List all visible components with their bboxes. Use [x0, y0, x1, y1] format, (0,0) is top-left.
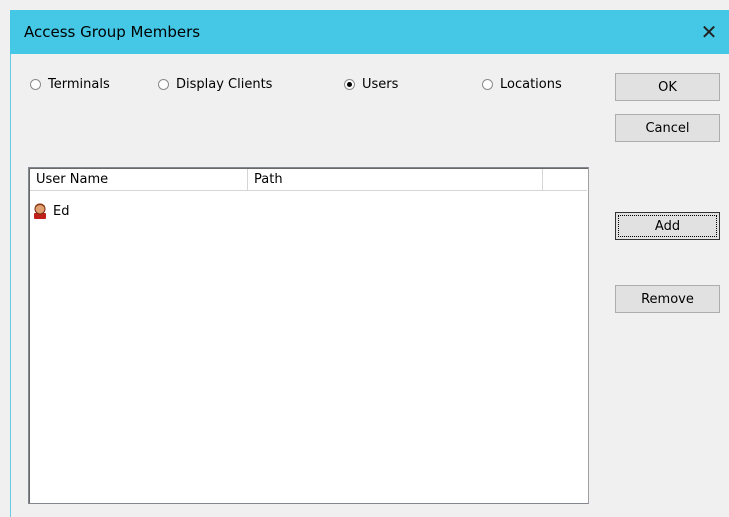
radio-display-clients-label: Display Clients	[176, 76, 273, 92]
radio-users-label: Users	[362, 76, 399, 92]
remove-button[interactable]: Remove	[615, 285, 720, 313]
title-bar: Access Group Members ✕	[10, 10, 729, 54]
close-icon[interactable]: ✕	[689, 10, 729, 54]
radio-display-clients[interactable]: Display Clients	[158, 75, 272, 93]
radio-terminals-button[interactable]	[30, 78, 41, 90]
cancel-button[interactable]: Cancel	[615, 114, 720, 142]
radio-locations[interactable]: Locations	[482, 75, 562, 93]
column-header-path[interactable]: Path	[248, 169, 543, 190]
radio-terminals[interactable]: Terminals	[30, 75, 110, 93]
radio-users-button[interactable]	[344, 78, 355, 90]
column-header-extra[interactable]	[543, 169, 589, 190]
radio-display-clients-button[interactable]	[158, 78, 169, 90]
radio-locations-label: Locations	[500, 76, 562, 92]
members-list[interactable]: User Name Path Ed	[28, 167, 589, 504]
radio-terminals-label: Terminals	[48, 76, 110, 92]
radio-users[interactable]: Users	[344, 75, 398, 93]
window-title: Access Group Members	[24, 23, 201, 41]
radio-locations-button[interactable]	[482, 78, 493, 90]
access-group-members-dialog: Access Group Members ✕ Terminals Display…	[0, 0, 729, 517]
column-header-user-name[interactable]: User Name	[30, 169, 248, 190]
ok-button[interactable]: OK	[615, 73, 720, 101]
add-button[interactable]: Add	[615, 212, 720, 240]
user-icon	[31, 202, 49, 220]
dialog-body: Terminals Display Clients Users Location…	[11, 54, 729, 517]
list-header: User Name Path	[30, 169, 587, 191]
list-item-user-name: Ed	[53, 203, 70, 219]
list-item[interactable]: Ed	[31, 200, 69, 222]
